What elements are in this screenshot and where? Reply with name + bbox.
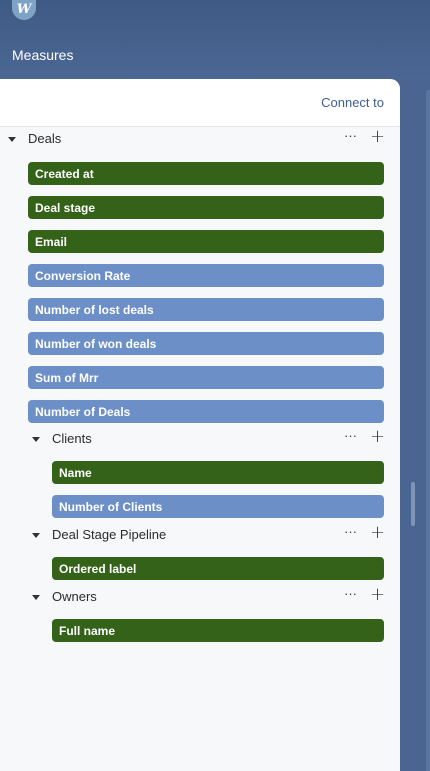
caret-down-icon[interactable] [32, 437, 40, 442]
group-row-deals[interactable]: Deals ··· + [0, 126, 400, 150]
plus-icon[interactable]: + [370, 126, 385, 147]
group-row-deal-stage-pipeline[interactable]: Deal Stage Pipeline ··· + [0, 522, 400, 546]
group-row-clients[interactable]: Clients ··· + [0, 426, 400, 450]
app-logo[interactable]: W [12, 0, 36, 20]
field-chip-measure[interactable]: Number of Clients [52, 495, 384, 518]
caret-down-icon[interactable] [32, 595, 40, 600]
group-label: Deal Stage Pipeline [52, 527, 167, 542]
field-chip-measure[interactable]: Number of won deals [28, 332, 384, 355]
caret-down-icon[interactable] [32, 533, 40, 538]
field-chip-measure[interactable]: Sum of Mrr [28, 366, 384, 389]
field-chip-dimension[interactable]: Full name [52, 619, 384, 642]
ellipsis-icon[interactable]: ··· [344, 524, 357, 539]
plus-icon[interactable]: + [370, 426, 385, 447]
group-row-owners[interactable]: Owners ··· + [0, 584, 400, 608]
top-bar: W Measures [0, 0, 430, 80]
field-chip-dimension[interactable]: Name [52, 461, 384, 484]
fields-panel: Connect to Deals ··· + Created at Deal s… [0, 79, 400, 771]
panel-header: Connect to [0, 79, 400, 127]
field-chip-dimension[interactable]: Deal stage [28, 196, 384, 219]
right-strip [400, 80, 430, 771]
field-chip-dimension[interactable]: Created at [28, 162, 384, 185]
caret-down-icon[interactable] [8, 137, 16, 142]
adjacent-panel-edge [426, 90, 430, 771]
group-label: Owners [52, 589, 97, 604]
plus-icon[interactable]: + [370, 522, 385, 543]
page-title: Measures [12, 47, 74, 63]
field-chip-measure[interactable]: Conversion Rate [28, 264, 384, 287]
group-label: Clients [52, 431, 92, 446]
scrollbar-thumb[interactable] [411, 482, 415, 526]
field-chip-dimension[interactable]: Ordered label [52, 557, 384, 580]
connect-to-link[interactable]: Connect to [321, 95, 384, 110]
ellipsis-icon[interactable]: ··· [344, 128, 357, 143]
field-chip-measure[interactable]: Number of Deals [28, 400, 384, 423]
plus-icon[interactable]: + [370, 584, 385, 605]
field-chip-measure[interactable]: Number of lost deals [28, 298, 384, 321]
ellipsis-icon[interactable]: ··· [344, 428, 357, 443]
group-label: Deals [28, 131, 62, 146]
ellipsis-icon[interactable]: ··· [344, 586, 357, 601]
field-chip-dimension[interactable]: Email [28, 230, 384, 253]
